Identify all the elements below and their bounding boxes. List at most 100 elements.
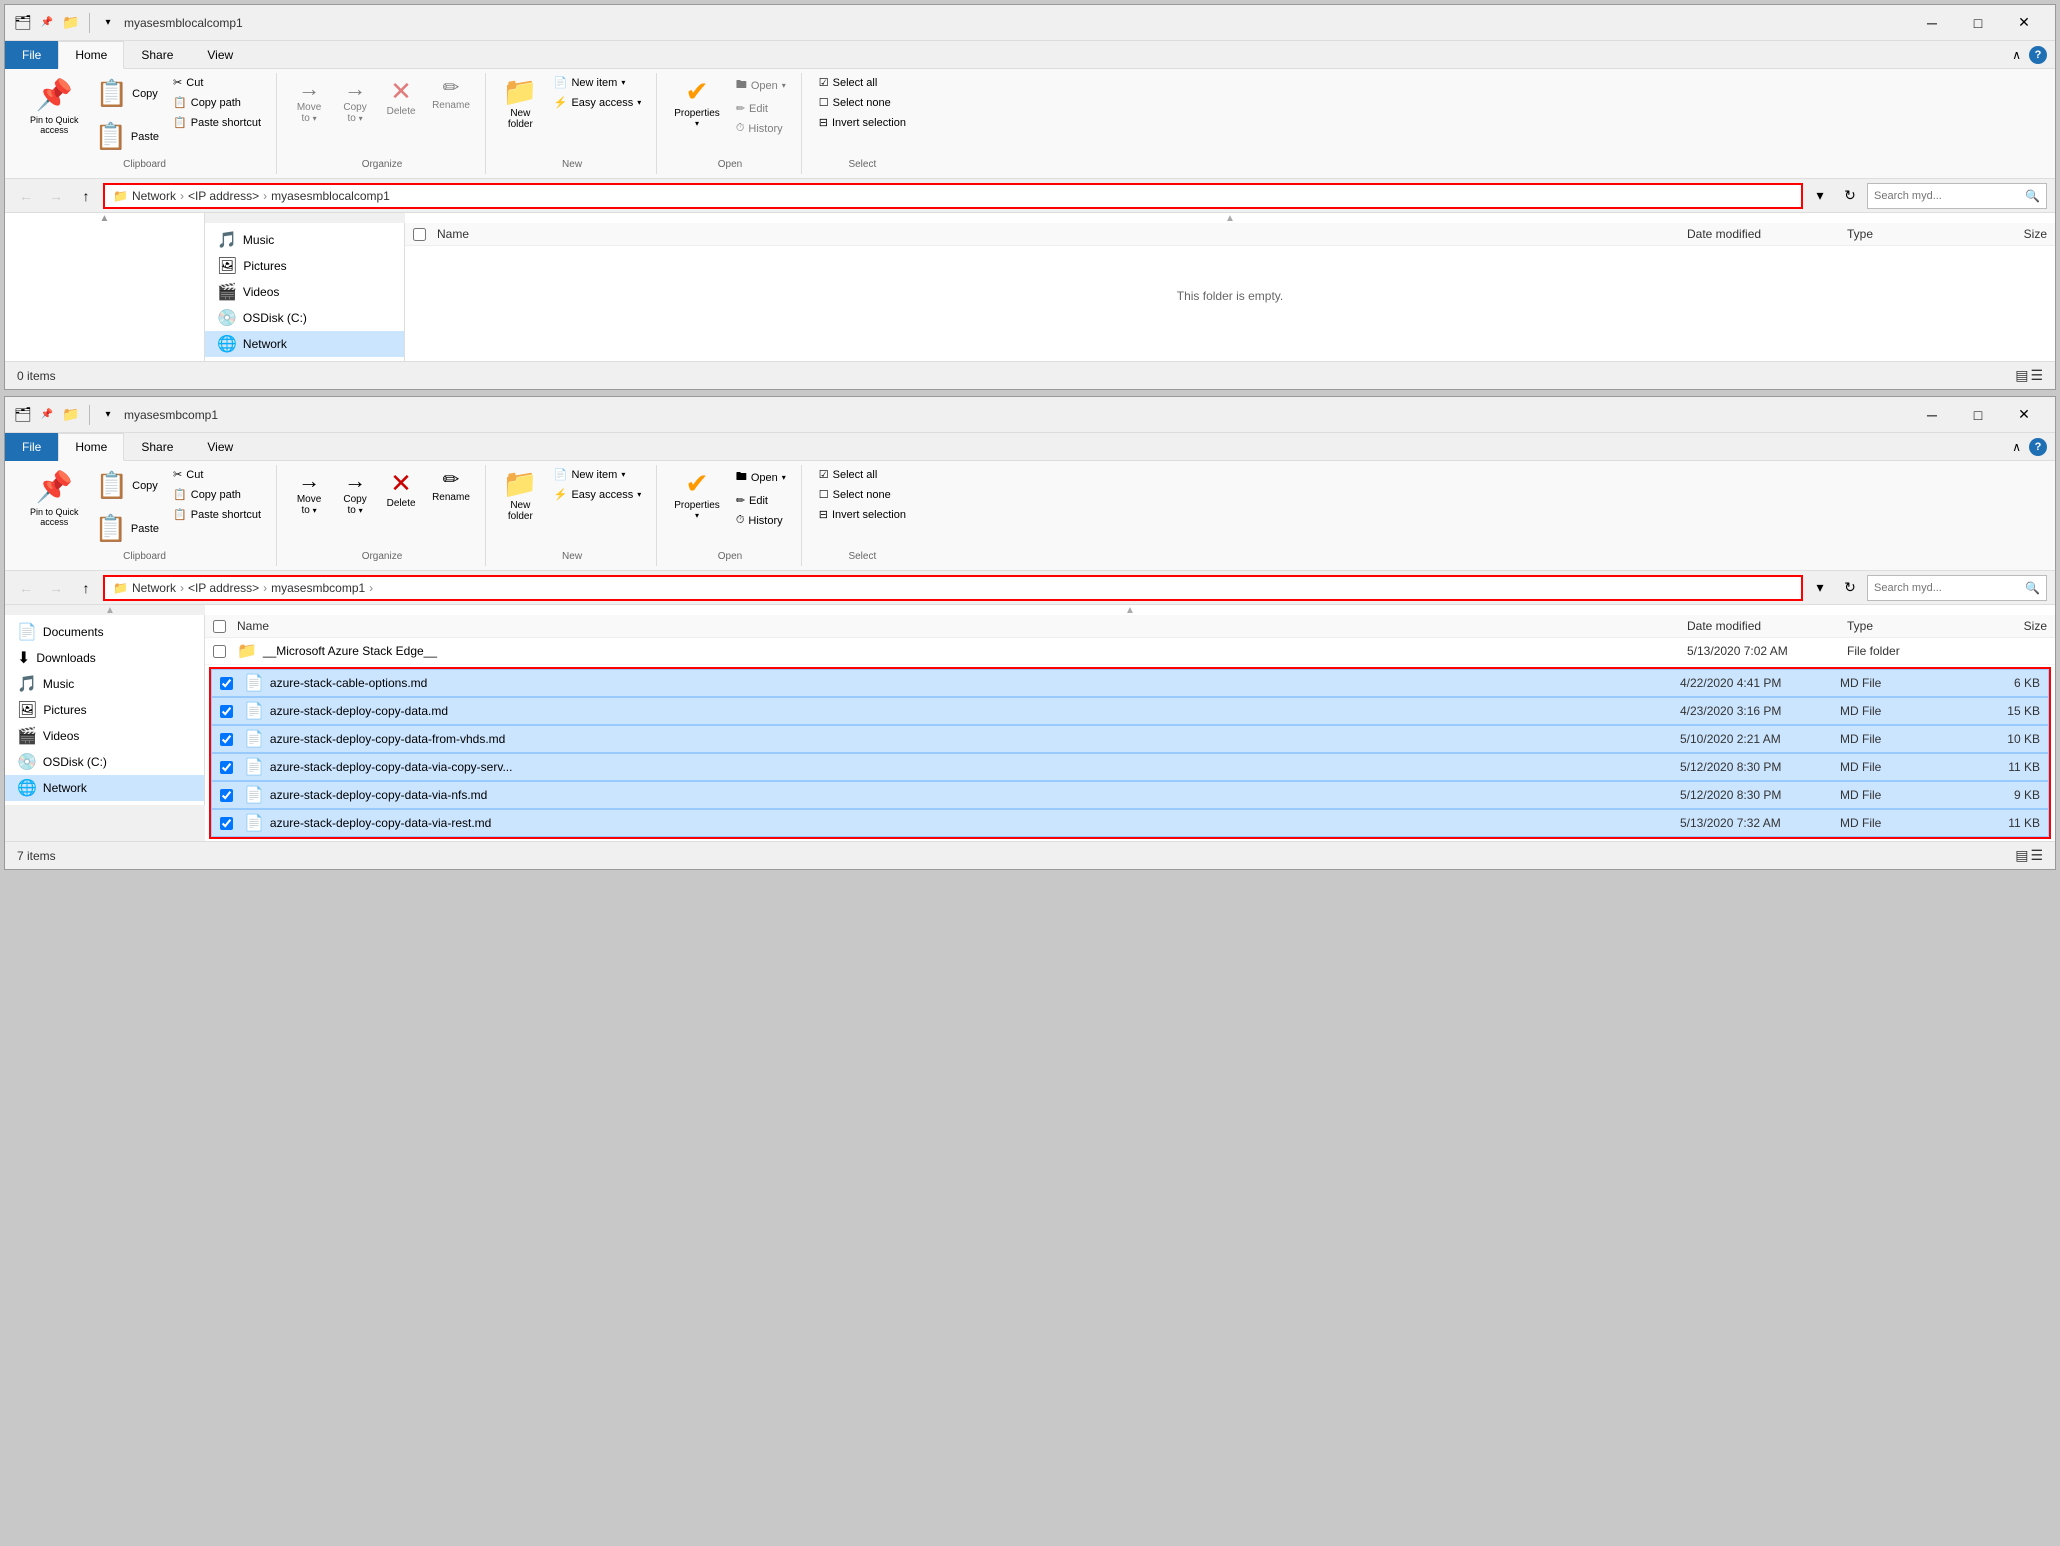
sidebar-item-network2[interactable]: 🌐 Network: [5, 775, 204, 801]
tab-share1[interactable]: Share: [124, 41, 190, 69]
crumb-network2[interactable]: Network: [132, 581, 176, 595]
col-name2[interactable]: Name: [237, 619, 1687, 633]
new-item-button1[interactable]: 📄 New item ▾: [547, 73, 648, 92]
sidebar-item-osdisk2[interactable]: 💿 OSDisk (C:): [5, 749, 204, 775]
file-checkbox-5[interactable]: [220, 789, 233, 802]
file-checkbox-0[interactable]: [213, 645, 226, 658]
paste-shortcut-button2[interactable]: 📋 Paste shortcut: [166, 505, 268, 524]
pin-button1[interactable]: 📌 Pin to Quick access: [21, 73, 88, 140]
refresh-button2[interactable]: ↻: [1837, 575, 1863, 601]
sidebar-item-pictures1[interactable]: 🖼 Pictures: [205, 253, 404, 279]
col-type1[interactable]: Type: [1847, 227, 1967, 241]
address-box2[interactable]: 📁 Network › <IP address> › myasesmbcomp1…: [103, 575, 1803, 601]
properties-button2[interactable]: ✔ Properties ▾: [667, 465, 727, 525]
minimize-button2[interactable]: ─: [1909, 399, 1955, 431]
paste-button2[interactable]: 📋 Paste: [90, 508, 165, 549]
cut-button1[interactable]: ✂ Cut: [166, 73, 268, 92]
open-button2[interactable]: 🖿 Open ▾: [729, 465, 793, 490]
file-row-2[interactable]: 📄 azure-stack-deploy-copy-data.md 4/23/2…: [211, 697, 2049, 725]
file-row-5[interactable]: 📄 azure-stack-deploy-copy-data-via-nfs.m…: [211, 781, 2049, 809]
view-list-icon2[interactable]: ▤: [2015, 847, 2028, 864]
move-to-button2[interactable]: → Moveto ▾: [287, 465, 331, 521]
paste-shortcut-button1[interactable]: 📋 Paste shortcut: [166, 113, 268, 132]
edit-button1[interactable]: ✏ Edit: [729, 99, 793, 118]
search-box1[interactable]: 🔍: [1867, 183, 2047, 209]
back-button2[interactable]: ←: [13, 575, 39, 601]
new-item-button2[interactable]: 📄 New item ▾: [547, 465, 648, 484]
copy-button1[interactable]: 📋 Copy: [90, 73, 165, 114]
properties-button1[interactable]: ✔ Properties ▾: [667, 73, 727, 133]
select-all-button2[interactable]: ☑ Select all: [812, 465, 913, 484]
file-row-4[interactable]: 📄 azure-stack-deploy-copy-data-via-copy-…: [211, 753, 2049, 781]
ribbon-collapse-icon2[interactable]: ∧: [2012, 440, 2021, 454]
file-row-6[interactable]: 📄 azure-stack-deploy-copy-data-via-rest.…: [211, 809, 2049, 837]
file-checkbox-4[interactable]: [220, 761, 233, 774]
sidebar-item-videos1[interactable]: 🎬 Videos: [205, 279, 404, 305]
easy-access-button2[interactable]: ⚡ Easy access ▾: [547, 485, 648, 504]
tab-file2[interactable]: File: [5, 433, 58, 461]
ribbon-collapse-icon1[interactable]: ∧: [2012, 48, 2021, 62]
copy-to-button1[interactable]: → Copyto ▾: [333, 73, 377, 129]
up-button1[interactable]: ↑: [73, 183, 99, 209]
edit-button2[interactable]: ✏ Edit: [729, 491, 793, 510]
forward-button2[interactable]: →: [43, 575, 69, 601]
file-checkbox-2[interactable]: [220, 705, 233, 718]
pin-button2[interactable]: 📌 Pin to Quick access: [21, 465, 88, 532]
copy-path-button2[interactable]: 📋 Copy path: [166, 485, 268, 504]
select-none-button1[interactable]: ☐ Select none: [812, 93, 913, 112]
paste-button1[interactable]: 📋 Paste: [90, 116, 165, 157]
maximize-button1[interactable]: □: [1955, 7, 2001, 39]
move-to-button1[interactable]: → Moveto ▾: [287, 73, 331, 129]
search-input1[interactable]: [1874, 190, 2021, 202]
delete-button1[interactable]: ✕ Delete: [379, 73, 423, 122]
crumb-ip2[interactable]: <IP address>: [188, 581, 259, 595]
invert-selection-button2[interactable]: ⊟ Invert selection: [812, 505, 913, 524]
sidebar-item-downloads2[interactable]: ⬇ Downloads: [5, 645, 204, 671]
sidebar-item-network1[interactable]: 🌐 Network: [205, 331, 404, 357]
history-button2[interactable]: ⏱ History: [729, 511, 793, 530]
rename-button2[interactable]: ✏ Rename: [425, 465, 477, 508]
cut-button2[interactable]: ✂ Cut: [166, 465, 268, 484]
close-button2[interactable]: ✕: [2001, 399, 2047, 431]
file-row-3[interactable]: 📄 azure-stack-deploy-copy-data-from-vhds…: [211, 725, 2049, 753]
back-button1[interactable]: ←: [13, 183, 39, 209]
sidebar-item-documents2[interactable]: 📄 Documents: [5, 619, 204, 645]
forward-button1[interactable]: →: [43, 183, 69, 209]
col-date2[interactable]: Date modified: [1687, 619, 1847, 633]
close-button1[interactable]: ✕: [2001, 7, 2047, 39]
search-input2[interactable]: [1874, 582, 2021, 594]
new-folder-button2[interactable]: 📁 Newfolder: [496, 465, 545, 527]
file-checkbox-6[interactable]: [220, 817, 233, 830]
refresh-button1[interactable]: ↻: [1837, 183, 1863, 209]
tab-home2[interactable]: Home: [58, 433, 124, 461]
help-icon1[interactable]: ?: [2029, 46, 2047, 64]
file-checkbox-3[interactable]: [220, 733, 233, 746]
view-detail-icon1[interactable]: ☰: [2030, 367, 2043, 384]
rename-button1[interactable]: ✏ Rename: [425, 73, 477, 116]
file-row-0[interactable]: 📁 __Microsoft Azure Stack Edge__ 5/13/20…: [205, 638, 2055, 665]
copy-path-button1[interactable]: 📋 Copy path: [166, 93, 268, 112]
new-folder-button1[interactable]: 📁 Newfolder: [496, 73, 545, 135]
crumb-ip1[interactable]: <IP address>: [188, 189, 259, 203]
tab-view1[interactable]: View: [190, 41, 250, 69]
view-detail-icon2[interactable]: ☰: [2030, 847, 2043, 864]
sidebar-item-videos2[interactable]: 🎬 Videos: [5, 723, 204, 749]
delete-button2[interactable]: ✕ Delete: [379, 465, 423, 514]
copy-button2[interactable]: 📋 Copy: [90, 465, 165, 506]
minimize-button1[interactable]: ─: [1909, 7, 1955, 39]
col-date1[interactable]: Date modified: [1687, 227, 1847, 241]
file-row-1[interactable]: 📄 azure-stack-cable-options.md 4/22/2020…: [211, 669, 2049, 697]
history-button1[interactable]: ⏱ History: [729, 119, 793, 138]
sidebar-item-music1[interactable]: 🎵 Music: [205, 227, 404, 253]
crumb-comp2[interactable]: myasesmbcomp1: [271, 581, 365, 595]
col-size2[interactable]: Size: [1967, 619, 2047, 633]
sidebar-item-pictures2[interactable]: 🖼 Pictures: [5, 697, 204, 723]
view-list-icon1[interactable]: ▤: [2015, 367, 2028, 384]
tab-file1[interactable]: File: [5, 41, 58, 69]
address-box1[interactable]: 📁 Network › <IP address> › myasesmblocal…: [103, 183, 1803, 209]
maximize-button2[interactable]: □: [1955, 399, 2001, 431]
dropdown-button1[interactable]: ▾: [1807, 183, 1833, 209]
search-icon1[interactable]: 🔍: [2025, 189, 2040, 203]
col-type2[interactable]: Type: [1847, 619, 1967, 633]
tab-share2[interactable]: Share: [124, 433, 190, 461]
